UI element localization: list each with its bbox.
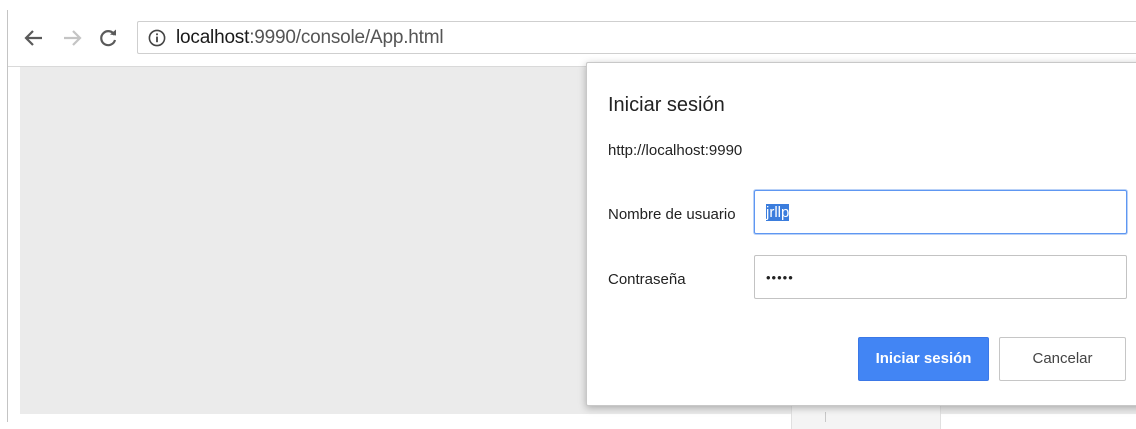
background-panel bbox=[791, 404, 941, 429]
forward-button[interactable] bbox=[60, 26, 84, 50]
back-button[interactable] bbox=[22, 26, 46, 50]
cancel-button[interactable]: Cancelar bbox=[999, 337, 1126, 381]
dialog-origin: http://localhost:9990 bbox=[608, 142, 743, 159]
browser-toolbar: localhost:9990/console/App.html bbox=[8, 10, 1136, 67]
arrow-right-icon bbox=[64, 30, 82, 46]
background-panel-mark bbox=[825, 412, 826, 422]
window-left-edge bbox=[7, 10, 8, 422]
url-host: localhost bbox=[176, 27, 250, 48]
password-label: Contraseña bbox=[608, 271, 686, 288]
username-label: Nombre de usuario bbox=[608, 206, 736, 223]
address-bar[interactable]: localhost:9990/console/App.html bbox=[137, 21, 1136, 54]
info-icon[interactable] bbox=[148, 29, 166, 47]
reload-button[interactable] bbox=[96, 26, 120, 50]
password-field[interactable] bbox=[754, 255, 1127, 299]
reload-icon bbox=[100, 29, 117, 47]
dialog-title: Iniciar sesión bbox=[608, 94, 725, 116]
url-text[interactable]: localhost:9990/console/App.html bbox=[176, 27, 444, 48]
arrow-left-icon bbox=[24, 30, 42, 46]
username-field[interactable] bbox=[754, 190, 1127, 234]
sign-in-button[interactable]: Iniciar sesión bbox=[858, 337, 989, 381]
url-path: :9990/console/App.html bbox=[249, 27, 444, 48]
login-dialog: Iniciar sesión http://localhost:9990 Nom… bbox=[586, 62, 1136, 406]
